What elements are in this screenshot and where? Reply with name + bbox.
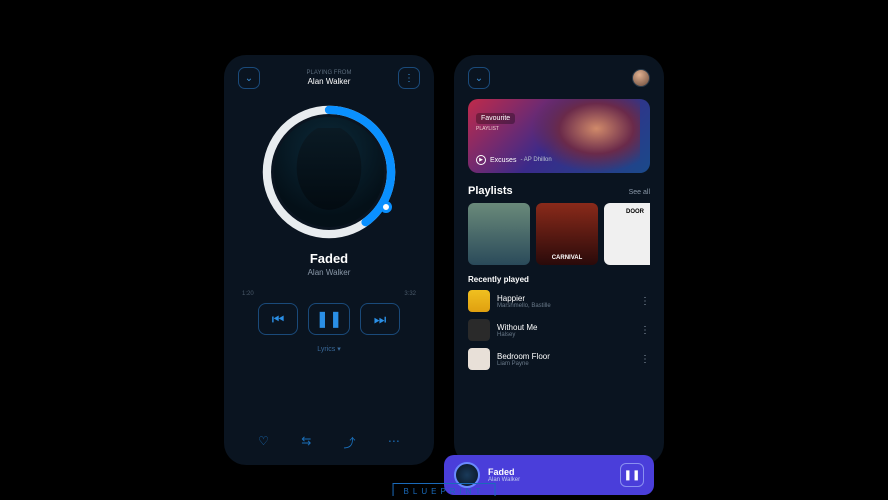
recent-title: Happier — [497, 294, 633, 303]
home-header: ⌄ — [468, 67, 650, 89]
progress-handle[interactable] — [380, 201, 392, 213]
recent-text: Bedroom Floor Liam Payne — [497, 352, 633, 367]
pause-button[interactable]: ❚❚ — [308, 303, 350, 335]
header-artist: Alan Walker — [307, 77, 352, 87]
playlists-header: Playlists See all — [468, 185, 650, 197]
bottom-actions: ♡ ⇆ ⤴ ⋯ — [238, 428, 420, 453]
next-button[interactable]: ⏭ — [360, 303, 400, 335]
mini-player-text: Faded Alan Walker — [488, 467, 612, 483]
more-vertical-icon: ⋮ — [404, 73, 414, 84]
menu-button[interactable]: ⌄ — [468, 67, 490, 89]
mini-player-title: Faded — [488, 467, 612, 477]
mini-player-artist: Alan Walker — [488, 477, 612, 483]
header-title: PLAYING FROM Alan Walker — [307, 70, 352, 87]
heart-icon: ♡ — [258, 434, 269, 448]
more-vertical-icon: ⋮ — [640, 354, 650, 365]
more-actions-button[interactable]: ⋯ — [388, 434, 400, 451]
repeat-icon: ⇆ — [301, 434, 311, 448]
skip-back-icon: ⏮ — [272, 311, 285, 328]
mini-player-pause-button[interactable]: ❚❚ — [620, 463, 644, 487]
more-horizontal-icon: ⋯ — [388, 434, 400, 448]
now-playing-header: ⌄ PLAYING FROM Alan Walker ⋮ — [238, 67, 420, 89]
playlists-heading: Playlists — [468, 185, 513, 197]
now-playing-screen: ⌄ PLAYING FROM Alan Walker ⋮ Faded Alan … — [224, 55, 434, 465]
pause-icon: ❚❚ — [624, 470, 641, 481]
recent-item[interactable]: Bedroom Floor Liam Payne ⋮ — [468, 348, 650, 370]
recent-thumb — [468, 348, 490, 370]
header-context-label: PLAYING FROM — [307, 70, 352, 77]
time-elapsed: 1:20 — [242, 291, 254, 297]
recent-text: Without Me Halsey — [497, 323, 633, 338]
time-total: 3:32 — [404, 291, 416, 297]
track-artist: Alan Walker — [238, 268, 420, 277]
pause-icon: ❚❚ — [316, 309, 343, 329]
progress-ring[interactable] — [260, 103, 398, 241]
recent-artist: Liam Payne — [497, 361, 633, 367]
play-icon: ▶ — [479, 157, 483, 163]
featured-song: Excuses — [490, 157, 516, 164]
playlist-label: DOOR — [626, 209, 644, 215]
album-art-area — [238, 103, 420, 241]
more-vertical-icon: ⋮ — [640, 296, 650, 307]
recent-text: Happier Marshmello, Bastille — [497, 294, 633, 309]
profile-avatar[interactable] — [632, 69, 650, 87]
chevron-down-icon: ⌄ — [245, 73, 253, 84]
playlist-label: CARNIVAL — [552, 255, 583, 261]
recent-title: Bedroom Floor — [497, 352, 633, 361]
track-title: Faded — [238, 251, 420, 266]
recent-more-button[interactable]: ⋮ — [640, 296, 650, 307]
skip-forward-icon: ⏭ — [374, 311, 387, 328]
playback-controls: ⏮ ❚❚ ⏭ — [238, 303, 420, 335]
featured-tag: Favourite — [476, 113, 515, 124]
recent-thumb — [468, 319, 490, 341]
recent-list: Happier Marshmello, Bastille ⋮ Without M… — [468, 290, 650, 370]
collapse-button[interactable]: ⌄ — [238, 67, 260, 89]
like-button[interactable]: ♡ — [258, 434, 269, 451]
see-all-link[interactable]: See all — [629, 189, 650, 196]
chevron-down-icon: ⌄ — [475, 73, 483, 84]
recent-more-button[interactable]: ⋮ — [640, 354, 650, 365]
time-row: 1:20 3:32 — [238, 291, 420, 297]
repeat-button[interactable]: ⇆ — [301, 434, 311, 451]
share-button[interactable]: ⤴ — [344, 434, 356, 451]
featured-now-playing: ▶ Excuses - AP Dhillon — [476, 155, 552, 165]
lyrics-toggle[interactable]: Lyrics ▾ — [238, 345, 420, 353]
recent-item[interactable]: Without Me Halsey ⋮ — [468, 319, 650, 341]
footer-logo: BLUEPRINT — [393, 483, 496, 496]
recent-more-button[interactable]: ⋮ — [640, 325, 650, 336]
more-vertical-icon: ⋮ — [640, 325, 650, 336]
recent-artist: Halsey — [497, 332, 633, 338]
featured-artist: - AP Dhillon — [520, 157, 551, 163]
recent-title: Without Me — [497, 323, 633, 332]
more-button[interactable]: ⋮ — [398, 67, 420, 89]
artist-silhouette — [291, 128, 368, 216]
playlist-card[interactable]: CARNIVAL — [536, 203, 598, 265]
play-button[interactable]: ▶ — [476, 155, 486, 165]
previous-button[interactable]: ⏮ — [258, 303, 298, 335]
share-icon: ⤴ — [344, 436, 356, 450]
recent-thumb — [468, 290, 490, 312]
playlist-card[interactable]: DOOR — [604, 203, 650, 265]
recent-heading: Recently played — [468, 275, 650, 284]
home-screen: ⌄ Favourite PLAYLIST ▶ Excuses - AP Dhil… — [454, 55, 664, 465]
playlists-row: CARNIVAL DOOR — [468, 203, 650, 265]
recent-artist: Marshmello, Bastille — [497, 303, 633, 309]
featured-card[interactable]: Favourite PLAYLIST ▶ Excuses - AP Dhillo… — [468, 99, 650, 173]
album-art — [274, 117, 384, 227]
recent-item[interactable]: Happier Marshmello, Bastille ⋮ — [468, 290, 650, 312]
playlist-card[interactable] — [468, 203, 530, 265]
